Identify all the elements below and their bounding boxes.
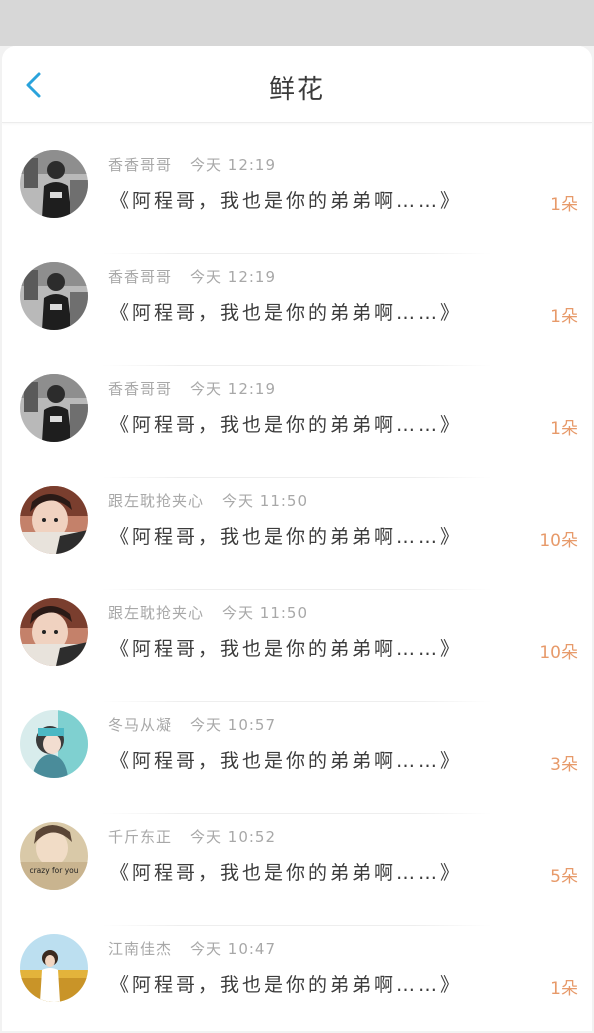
flower-count: 10朵 <box>539 531 578 551</box>
sender-meta: 江南佳杰 今天 10:47 <box>108 938 276 959</box>
sent-time: 今天 12:19 <box>190 380 277 398</box>
sender-name: 香香哥哥 <box>108 380 173 398</box>
message-text: 《阿程哥，我也是你的弟弟啊……》 <box>110 862 463 884</box>
status-bar <box>0 0 594 46</box>
sender-name: 跟左耽抢夹心 <box>108 604 205 622</box>
page-title: 鲜花 <box>268 75 325 105</box>
sender-meta: 跟左耽抢夹心 今天 11:50 <box>108 490 308 511</box>
avatar[interactable] <box>20 150 88 218</box>
sender-name: 冬马从凝 <box>108 716 173 734</box>
avatar[interactable] <box>20 262 88 330</box>
flower-list: 香香哥哥 今天 12:19 《阿程哥，我也是你的弟弟啊……》 1朵 香香哥哥 今天 … <box>2 142 592 1031</box>
avatar[interactable] <box>20 598 88 666</box>
list-item[interactable]: crazy for you 千斤东正 今天 10:52 《阿程哥，我也是你的弟弟啊… <box>2 814 592 926</box>
list-item[interactable]: 香香哥哥 今天 12:19 《阿程哥，我也是你的弟弟啊……》 1朵 <box>2 254 592 366</box>
flower-count: 10朵 <box>539 643 578 663</box>
sent-time: 今天 10:47 <box>190 940 277 958</box>
sender-meta: 香香哥哥 今天 12:19 <box>108 154 276 175</box>
message-text: 《阿程哥，我也是你的弟弟啊……》 <box>110 974 463 996</box>
sent-time: 今天 12:19 <box>190 268 277 286</box>
flower-count: 5朵 <box>550 867 578 887</box>
avatar[interactable] <box>20 374 88 442</box>
flower-count: 1朵 <box>550 979 578 999</box>
sender-meta: 香香哥哥 今天 12:19 <box>108 266 276 287</box>
avatar[interactable]: crazy for you <box>20 822 88 890</box>
avatar[interactable] <box>20 710 88 778</box>
list-item[interactable]: 江南佳杰 今天 10:47 《阿程哥，我也是你的弟弟啊……》 1朵 <box>2 926 592 1031</box>
nav-bar: 鲜花 <box>2 46 592 123</box>
list-item[interactable]: 跟左耽抢夹心 今天 11:50 《阿程哥，我也是你的弟弟啊……》 10朵 <box>2 478 592 590</box>
sender-name: 香香哥哥 <box>108 268 173 286</box>
flower-count: 1朵 <box>550 307 578 327</box>
avatar-caption: crazy for you <box>29 866 78 875</box>
list-item[interactable]: 香香哥哥 今天 12:19 《阿程哥，我也是你的弟弟啊……》 1朵 <box>2 366 592 478</box>
flower-count: 3朵 <box>550 755 578 775</box>
sent-time: 今天 10:57 <box>190 716 277 734</box>
list-item[interactable]: 跟左耽抢夹心 今天 11:50 《阿程哥，我也是你的弟弟啊……》 10朵 <box>2 590 592 702</box>
message-text: 《阿程哥，我也是你的弟弟啊……》 <box>110 750 463 772</box>
sender-name: 江南佳杰 <box>108 940 173 958</box>
sent-time: 今天 12:19 <box>190 156 277 174</box>
sender-name: 香香哥哥 <box>108 156 173 174</box>
sender-meta: 冬马从凝 今天 10:57 <box>108 714 276 735</box>
sent-time: 今天 11:50 <box>222 492 309 510</box>
flower-count: 1朵 <box>550 419 578 439</box>
sender-meta: 香香哥哥 今天 12:19 <box>108 378 276 399</box>
sender-meta: 千斤东正 今天 10:52 <box>108 826 276 847</box>
flower-count: 1朵 <box>550 195 578 215</box>
message-text: 《阿程哥，我也是你的弟弟啊……》 <box>110 526 463 548</box>
message-text: 《阿程哥，我也是你的弟弟啊……》 <box>110 190 463 212</box>
list-item[interactable]: 香香哥哥 今天 12:19 《阿程哥，我也是你的弟弟啊……》 1朵 <box>2 142 592 254</box>
sender-meta: 跟左耽抢夹心 今天 11:50 <box>108 602 308 623</box>
flowers-screen: 鲜花 香香哥哥 今天 12:19 《阿程哥，我也是你的弟弟啊……》 1朵 香香哥… <box>2 46 592 1031</box>
sent-time: 今天 10:52 <box>190 828 277 846</box>
avatar[interactable] <box>20 486 88 554</box>
message-text: 《阿程哥，我也是你的弟弟啊……》 <box>110 638 463 660</box>
avatar[interactable] <box>20 934 88 1002</box>
sender-name: 千斤东正 <box>108 828 173 846</box>
list-item[interactable]: 冬马从凝 今天 10:57 《阿程哥，我也是你的弟弟啊……》 3朵 <box>2 702 592 814</box>
sent-time: 今天 11:50 <box>222 604 309 622</box>
message-text: 《阿程哥，我也是你的弟弟啊……》 <box>110 414 463 436</box>
message-text: 《阿程哥，我也是你的弟弟啊……》 <box>110 302 463 324</box>
sender-name: 跟左耽抢夹心 <box>108 492 205 510</box>
